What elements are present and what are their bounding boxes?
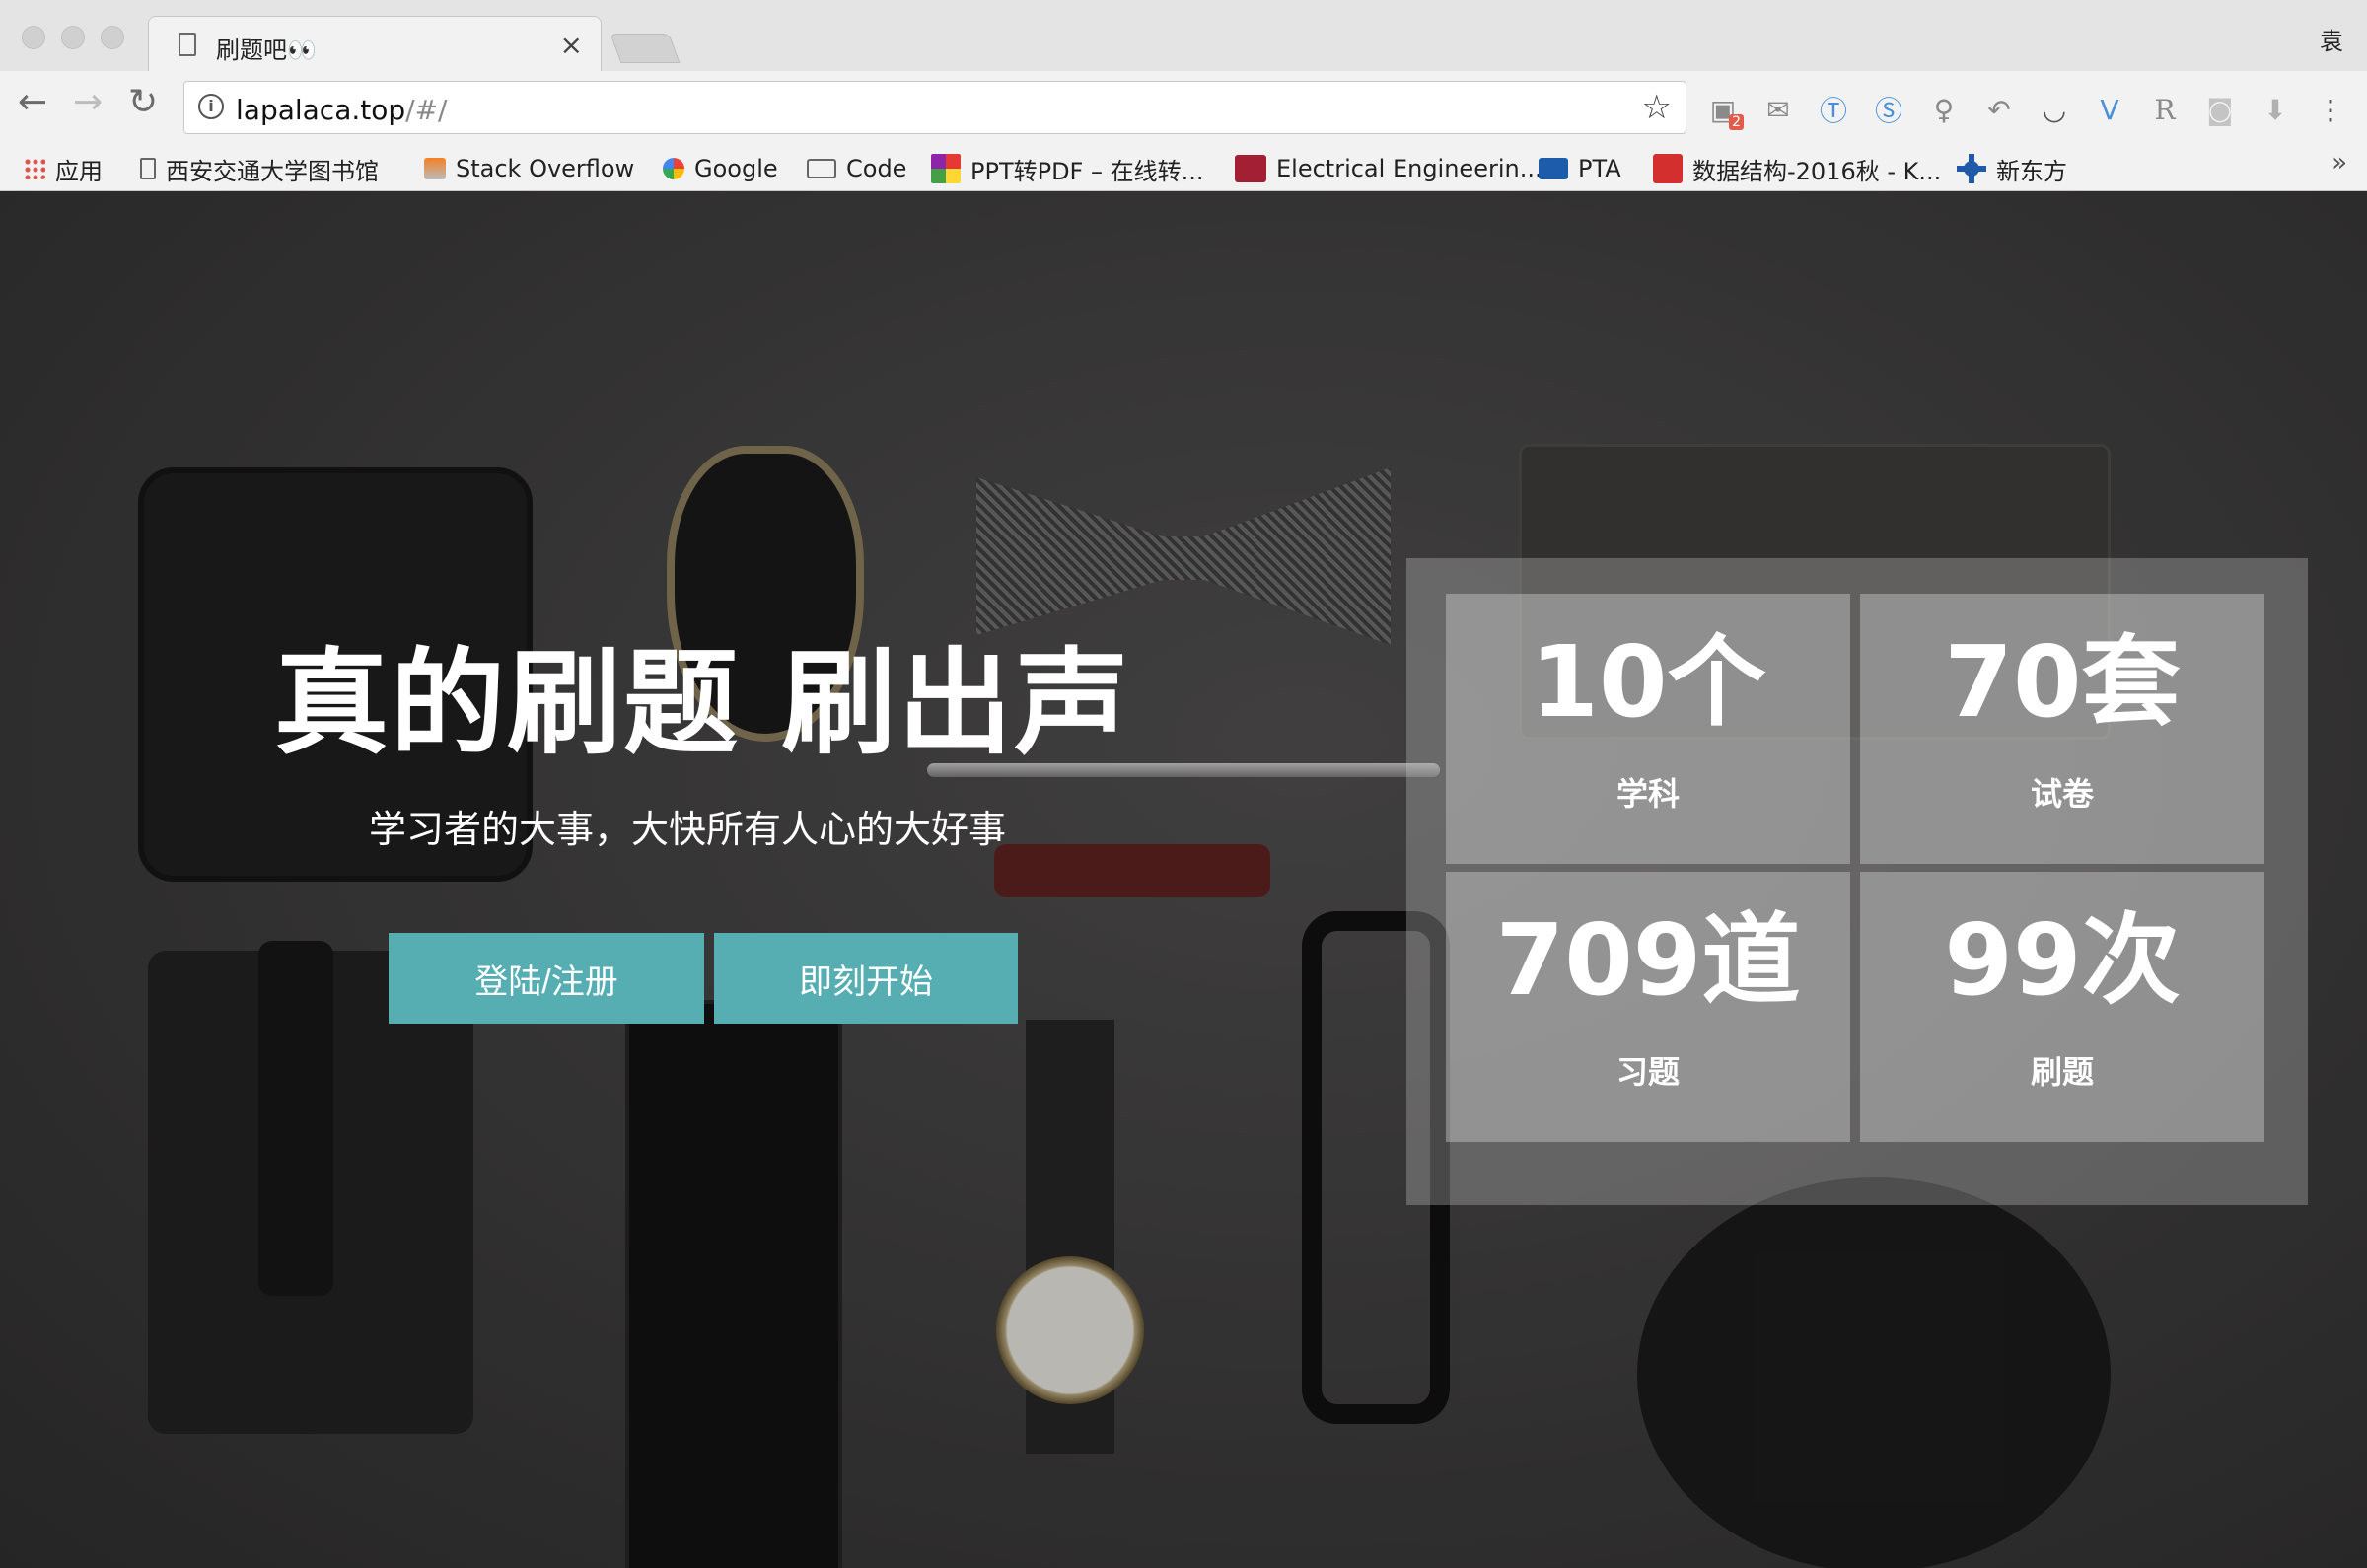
bookmark-item[interactable]: 应用 xyxy=(24,146,103,191)
stat-number: 10个 xyxy=(1530,624,1766,740)
folder-icon xyxy=(807,159,836,178)
page-icon xyxy=(140,158,156,179)
bookmark-item[interactable]: PPT转PDF – 在线转... xyxy=(931,146,1204,191)
pta-icon xyxy=(1539,158,1568,179)
tab-close-icon[interactable]: × xyxy=(560,29,583,61)
mail-icon[interactable]: ✉ xyxy=(1761,93,1795,126)
bookmark-item[interactable]: PTA xyxy=(1539,146,1621,191)
stat-label: 刷题 xyxy=(2030,1053,2094,1091)
start-now-button[interactable]: 即刻开始 xyxy=(714,933,1018,1024)
window-zoom-light[interactable] xyxy=(101,26,124,49)
bookmarks-bar: 应用 西安交通大学图书馆 Stack Overflow Google Code … xyxy=(0,146,2367,191)
mit-icon xyxy=(1235,155,1266,182)
site-info-icon[interactable]: i xyxy=(198,94,224,119)
stat-label: 习题 xyxy=(1615,1053,1680,1091)
forward-icon[interactable]: → xyxy=(73,85,103,120)
profile-name[interactable]: 袁 xyxy=(2320,22,2343,56)
stat-number: 70套 xyxy=(1944,624,2181,740)
menu-icon[interactable]: ⋮ xyxy=(2314,93,2347,126)
bookmark-label: 新东方 xyxy=(1996,157,2067,185)
c-icon xyxy=(1653,154,1683,183)
bookmark-label: PPT转PDF – 在线转... xyxy=(970,157,1204,185)
bookmark-item[interactable]: 新东方 xyxy=(1957,146,2067,191)
bulb-icon[interactable]: ♀ xyxy=(1927,93,1961,126)
ppt-icon xyxy=(931,154,961,183)
new-tab-button[interactable] xyxy=(610,34,681,63)
hero-section: 真的刷题 刷出声 学习者的大事，大快所有人心的大好事 登陆/注册 即刻开始 10… xyxy=(0,191,2367,1568)
url-host: lapalaca.top xyxy=(236,94,406,126)
bookmark-item[interactable]: 西安交通大学图书馆 xyxy=(140,146,379,191)
s-icon[interactable]: Ⓢ xyxy=(1872,93,1905,127)
bookmark-label: 应用 xyxy=(55,157,103,185)
vee-icon[interactable]: V xyxy=(2093,93,2126,126)
bookmark-item[interactable]: Stack Overflow xyxy=(424,146,634,191)
google-icon xyxy=(663,158,684,179)
stat-card-questions: 709道 习题 xyxy=(1446,872,1850,1142)
browser-toolbar: ← → ↻ i lapalaca.top/#/ ☆ ▣ ✉ Ⓣ Ⓢ ♀ ↶ ◡ … xyxy=(0,71,2367,146)
bookmark-item[interactable]: 数据结构-2016秋 - K... xyxy=(1653,146,1941,191)
window-minimize-light[interactable] xyxy=(61,26,85,49)
stackoverflow-icon xyxy=(424,158,446,179)
apps-grid-icon xyxy=(24,158,45,179)
reload-icon[interactable]: ↻ xyxy=(128,85,158,120)
chat-badge-icon[interactable]: ▣ xyxy=(1706,93,1744,130)
tab-title: 刷题吧👀 xyxy=(216,36,317,64)
stat-label: 学科 xyxy=(1615,775,1680,813)
browser-tab[interactable]: 刷题吧👀 × xyxy=(148,16,602,73)
page-icon xyxy=(179,33,196,56)
r-icon[interactable]: R xyxy=(2148,93,2182,126)
bookmark-label: Google xyxy=(694,155,778,182)
reply-icon[interactable]: ↶ xyxy=(1982,93,2016,126)
bookmark-label: Stack Overflow xyxy=(456,155,635,182)
stat-card-practice-count: 99次 刷题 xyxy=(1860,872,2264,1142)
window-close-light[interactable] xyxy=(22,26,45,49)
hero-headline: 真的刷题 刷出声 xyxy=(274,637,1131,770)
bookmark-label: PTA xyxy=(1578,155,1621,182)
bookmark-item[interactable]: Code xyxy=(807,146,906,191)
stat-number: 99次 xyxy=(1944,902,2181,1018)
bookmark-label: Electrical Engineerin... xyxy=(1276,155,1542,182)
url-path: /#/ xyxy=(405,94,448,126)
camera-icon[interactable]: ◙ xyxy=(2203,93,2237,126)
bookmark-label: 西安交通大学图书馆 xyxy=(166,157,379,185)
pocket-icon[interactable]: ◡ xyxy=(2038,93,2071,126)
download-icon[interactable]: ⬇ xyxy=(2259,93,2292,126)
stat-number: 709道 xyxy=(1495,902,1801,1018)
stat-card-papers: 70套 试卷 xyxy=(1860,594,2264,864)
bookmark-label: Code xyxy=(846,155,907,182)
xdf-icon xyxy=(1957,154,1986,183)
bookmark-item[interactable]: Electrical Engineerin... xyxy=(1235,146,1542,191)
bookmark-item[interactable]: Google xyxy=(663,146,778,191)
stat-card-subjects: 10个 学科 xyxy=(1446,594,1850,864)
stats-panel: 10个 学科 70套 试卷 709道 习题 99次 刷题 xyxy=(1406,558,2308,1205)
hero-subline: 学习者的大事，大快所有人心的大好事 xyxy=(369,808,1007,851)
url-text[interactable]: lapalaca.top/#/ xyxy=(236,94,447,126)
tab-strip: 刷题吧👀 × 袁 xyxy=(0,0,2367,73)
address-bar[interactable]: i lapalaca.top/#/ ☆ xyxy=(183,81,1686,134)
stat-label: 试卷 xyxy=(2030,775,2094,813)
bookmark-star-icon[interactable]: ☆ xyxy=(1642,88,1672,127)
translate-icon[interactable]: Ⓣ xyxy=(1817,93,1850,127)
login-register-button[interactable]: 登陆/注册 xyxy=(389,933,704,1024)
bookmark-label: 数据结构-2016秋 - K... xyxy=(1692,157,1942,185)
back-icon[interactable]: ← xyxy=(18,85,47,120)
bookmarks-overflow-icon[interactable]: » xyxy=(2331,148,2347,178)
